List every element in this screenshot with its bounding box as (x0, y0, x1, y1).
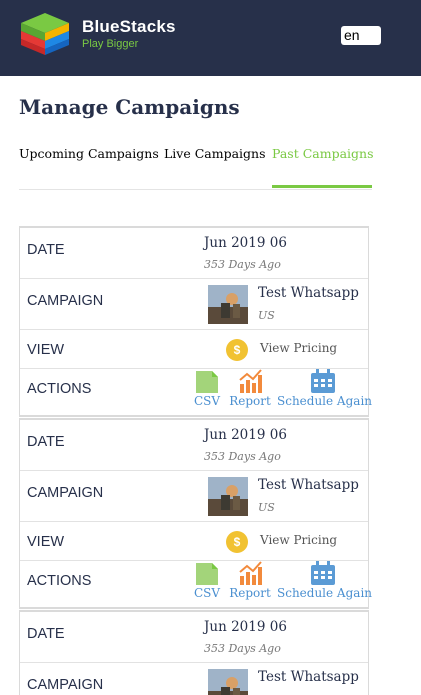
campaign-thumbnail (208, 477, 248, 516)
csv-button[interactable]: CSV (192, 561, 222, 600)
brand-tagline: Play Bigger (82, 38, 139, 50)
campaign-country: US (258, 501, 275, 514)
campaign-card: DATE Jun 2019 06 353 Days Ago CAMPAIGN T… (19, 610, 369, 695)
date-row: DATE Jun 2019 06 353 Days Ago (20, 420, 368, 471)
date-row: DATE Jun 2019 06 353 Days Ago (20, 228, 368, 279)
campaign-label: CAMPAIGN (27, 293, 104, 309)
campaign-tabs: Upcoming Campaigns Live Campaigns Past C… (19, 146, 374, 190)
date-row: DATE Jun 2019 06 353 Days Ago (20, 612, 368, 663)
report-button[interactable]: Report (228, 369, 272, 408)
view-row: VIEW $ View Pricing (20, 522, 368, 561)
page-title: Manage Campaigns (19, 95, 240, 119)
top-bar: BlueStacks Play Bigger en (0, 0, 421, 76)
view-label: VIEW (27, 342, 65, 358)
report-label: Report (229, 394, 271, 408)
report-button[interactable]: Report (228, 561, 272, 600)
date-label: DATE (27, 626, 65, 642)
brand-name: BlueStacks (82, 17, 176, 36)
language-select[interactable]: en (341, 26, 381, 45)
campaign-date: Jun 2019 06 (204, 235, 287, 251)
tab-upcoming-campaigns[interactable]: Upcoming Campaigns (19, 146, 159, 161)
campaign-row: CAMPAIGN Test Whatsapp US (20, 279, 368, 330)
actions-row: ACTIONS CSV Report Schedule Again (20, 369, 373, 415)
view-pricing-link[interactable]: View Pricing (260, 341, 337, 355)
campaign-date: Jun 2019 06 (204, 427, 287, 443)
calendar-icon (311, 369, 335, 393)
schedule-again-label: Schedule Again (277, 394, 373, 408)
schedule-again-button[interactable]: Schedule Again (277, 561, 373, 600)
schedule-again-button[interactable]: Schedule Again (277, 369, 373, 408)
dollar-coin-icon: $ (226, 339, 248, 361)
days-ago: 353 Days Ago (204, 450, 281, 463)
campaign-row: CAMPAIGN Test Whatsapp US (20, 663, 368, 695)
report-chart-icon (239, 561, 262, 585)
actions-label: ACTIONS (27, 381, 92, 397)
csv-label: CSV (193, 586, 221, 600)
view-row: VIEW $ View Pricing (20, 330, 368, 369)
days-ago: 353 Days Ago (204, 258, 281, 271)
campaign-row: CAMPAIGN Test Whatsapp US (20, 471, 368, 522)
campaign-label: CAMPAIGN (27, 677, 104, 693)
csv-label: CSV (193, 394, 221, 408)
tab-live-campaigns[interactable]: Live Campaigns (164, 146, 266, 161)
campaign-name[interactable]: Test Whatsapp (258, 669, 359, 685)
active-tab-indicator (272, 185, 372, 188)
csv-button[interactable]: CSV (192, 369, 222, 408)
campaign-card: DATE Jun 2019 06 353 Days Ago CAMPAIGN T… (19, 226, 373, 417)
dollar-coin-icon: $ (226, 531, 248, 553)
view-pricing-link[interactable]: View Pricing (260, 533, 337, 547)
actions-row: ACTIONS CSV Report Schedule Again (20, 561, 373, 607)
csv-file-icon (196, 563, 218, 585)
date-label: DATE (27, 242, 65, 258)
csv-file-icon (196, 371, 218, 393)
campaign-card: DATE Jun 2019 06 353 Days Ago CAMPAIGN T… (19, 418, 373, 609)
campaign-label: CAMPAIGN (27, 485, 104, 501)
campaign-thumbnail (208, 669, 248, 695)
schedule-again-label: Schedule Again (277, 586, 373, 600)
report-label: Report (229, 586, 271, 600)
campaign-country: US (258, 309, 275, 322)
campaign-name[interactable]: Test Whatsapp (258, 477, 359, 493)
days-ago: 353 Days Ago (204, 642, 281, 655)
report-chart-icon (239, 369, 262, 393)
campaign-date: Jun 2019 06 (204, 619, 287, 635)
actions-label: ACTIONS (27, 573, 92, 589)
view-label: VIEW (27, 534, 65, 550)
campaign-thumbnail (208, 285, 248, 324)
tab-past-campaigns[interactable]: Past Campaigns (272, 146, 374, 161)
campaign-list: DATE Jun 2019 06 353 Days Ago CAMPAIGN T… (19, 226, 373, 695)
bluestacks-logo[interactable] (19, 11, 71, 57)
date-label: DATE (27, 434, 65, 450)
calendar-icon (311, 561, 335, 585)
campaign-name[interactable]: Test Whatsapp (258, 285, 359, 301)
